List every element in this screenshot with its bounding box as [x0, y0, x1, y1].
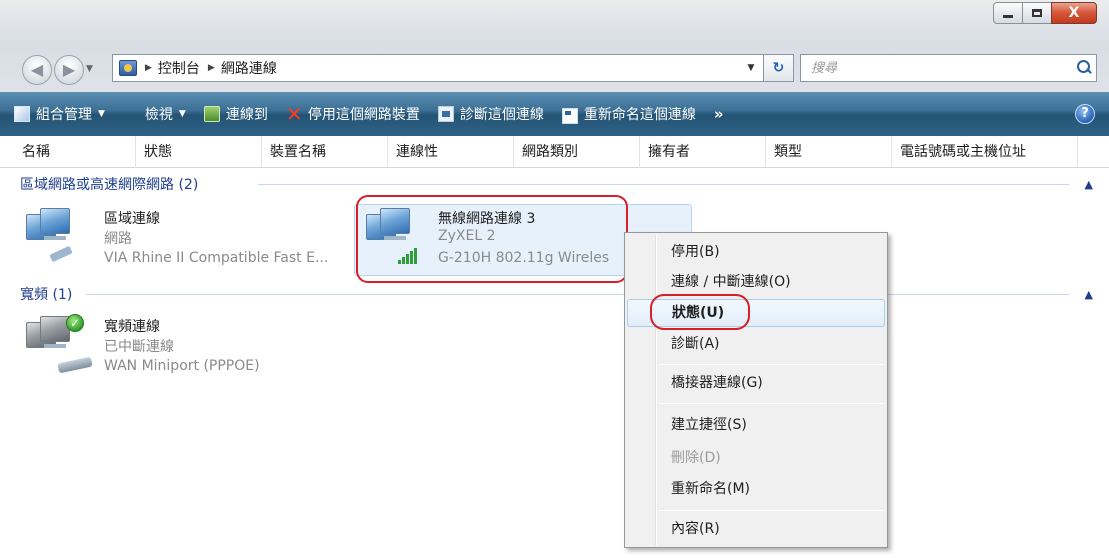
menu-item-bridge-connections[interactable]: 橋接器連線(G) [627, 369, 885, 397]
diagnose-icon [437, 106, 454, 122]
rename-button[interactable]: 重新命名這個連線 [561, 104, 696, 124]
disable-x-icon: ✕ [285, 102, 303, 126]
control-panel-icon [119, 60, 137, 76]
menu-separator [659, 403, 883, 404]
connect-to-label: 連線到 [225, 107, 268, 123]
diagnose-button[interactable]: 診斷這個連線 [437, 104, 544, 124]
wireless-adapter-icon [362, 206, 422, 266]
menu-item-properties[interactable]: 內容(R) [627, 515, 885, 543]
column-header-owner[interactable]: 擁有者 [640, 136, 766, 168]
column-headers: 名稱 狀態 裝置名稱 連線性 網路類別 擁有者 類型 電話號碼或主機位址 [0, 136, 1109, 168]
search-icon[interactable] [1070, 55, 1096, 81]
organize-label: 組合管理 [36, 107, 92, 123]
group-header-lan[interactable]: 區域網路或高速網際網路 (2) [20, 174, 198, 194]
address-dropdown-icon[interactable]: ▼ [739, 63, 763, 73]
group-divider [86, 294, 1069, 295]
collapse-group-icon[interactable]: ▲ [1085, 178, 1093, 191]
connection-status: 已中斷連線 [104, 339, 174, 355]
group-divider [258, 184, 1069, 185]
minimize-button[interactable] [993, 2, 1023, 24]
back-arrow-icon: ◀ [30, 60, 44, 79]
address-bar[interactable]: ▶ 控制台 ▶ 網路連線 ▼ [112, 54, 764, 82]
breadcrumb-separator-icon[interactable]: ▶ [208, 63, 215, 73]
menu-item-disable[interactable]: 停用(B) [627, 238, 885, 266]
organize-menu[interactable]: 組合管理 ▼ [14, 104, 105, 124]
check-icon: ✓ [66, 314, 84, 332]
modem-icon [57, 356, 93, 374]
column-header-network-category[interactable]: 網路類別 [514, 136, 640, 168]
collapse-group-icon[interactable]: ▲ [1085, 288, 1093, 301]
refresh-button[interactable]: ↻ [764, 54, 794, 82]
menu-item-create-shortcut[interactable]: 建立捷徑(S) [627, 411, 885, 439]
rename-icon [561, 107, 578, 124]
connection-name: 無線網路連線 3 [438, 211, 536, 227]
column-header-device-name[interactable]: 裝置名稱 [262, 136, 388, 168]
network-adapter-icon [22, 206, 82, 266]
menu-separator [659, 510, 883, 511]
column-header-connectivity[interactable]: 連線性 [388, 136, 514, 168]
title-bar: X [0, 0, 1109, 44]
minimize-icon [1003, 15, 1013, 18]
breadcrumb-separator-icon[interactable]: ▶ [145, 63, 152, 73]
context-menu: 停用(B) 連線 / 中斷連線(O) 狀態(U) 診斷(A) 橋接器連線(G) … [624, 232, 888, 548]
search-input[interactable] [801, 56, 1070, 80]
group-header-broadband[interactable]: 寬頻 (1) [20, 284, 72, 304]
disable-device-button[interactable]: ✕ 停用這個網路裝置 [286, 104, 420, 124]
command-bar: 組合管理 ▼ 檢視 ▼ 連線到 ✕ 停用這個網路裝置 診斷這個連線 重新命名這個… [0, 92, 1109, 136]
disable-device-label: 停用這個網路裝置 [307, 107, 420, 123]
connection-name: 寬頻連線 [104, 319, 160, 335]
signal-strength-icon [398, 248, 417, 264]
connect-icon [203, 106, 220, 122]
help-icon[interactable]: ? [1075, 104, 1095, 124]
views-menu[interactable]: 檢視 ▼ [123, 104, 186, 124]
menu-item-status[interactable]: 狀態(U) [627, 299, 885, 327]
views-icon [123, 106, 139, 122]
refresh-icon: ↻ [772, 60, 785, 76]
menu-item-diagnose[interactable]: 診斷(A) [627, 330, 885, 358]
back-button[interactable]: ◀ [22, 55, 52, 85]
forward-arrow-icon: ▶ [62, 60, 76, 79]
connection-device: G-210H 802.11g Wireles [438, 250, 610, 266]
breadcrumb-network-connections[interactable]: 網路連線 [221, 58, 277, 78]
search-box[interactable] [800, 54, 1097, 82]
organize-icon [14, 106, 30, 122]
connection-item-lan[interactable]: 區域連線 網路 VIA Rhine II Compatible Fast E..… [22, 206, 352, 276]
recent-pages-dropdown[interactable]: ▼ [86, 64, 93, 74]
dropdown-arrow-icon: ▼ [178, 109, 186, 119]
connection-item-broadband[interactable]: ✓ 寬頻連線 已中斷連線 WAN Miniport (PPPOE) [22, 314, 352, 384]
broadband-adapter-icon: ✓ [22, 314, 93, 374]
menu-item-delete[interactable]: 刪除(D) [627, 444, 885, 472]
connection-device: VIA Rhine II Compatible Fast E... [104, 250, 329, 266]
column-header-phone-or-host[interactable]: 電話號碼或主機位址 [892, 136, 1078, 168]
menu-separator [659, 364, 883, 365]
column-header-type[interactable]: 類型 [766, 136, 892, 168]
connection-status: 網路 [104, 231, 132, 247]
close-icon: X [1068, 5, 1080, 21]
connection-name: 區域連線 [104, 211, 160, 227]
menu-item-rename[interactable]: 重新命名(M) [627, 475, 885, 503]
maximize-icon [1032, 9, 1042, 17]
column-header-name[interactable]: 名稱 [14, 136, 136, 168]
column-header-status[interactable]: 狀態 [136, 136, 262, 168]
connection-status: ZyXEL 2 [438, 228, 496, 244]
forward-button[interactable]: ▶ [54, 55, 84, 85]
connections-list: 區域網路或高速網際網路 (2) ▲ 區域連線 網路 VIA Rhine II C… [0, 168, 1109, 558]
connect-to-button[interactable]: 連線到 [203, 104, 268, 124]
close-button[interactable]: X [1051, 2, 1097, 24]
dropdown-arrow-icon: ▼ [98, 109, 105, 119]
rename-label: 重新命名這個連線 [583, 107, 696, 123]
views-label: 檢視 [144, 107, 173, 123]
more-commands-button[interactable]: » [714, 105, 724, 123]
window-controls: X [993, 2, 1097, 24]
breadcrumb-control-panel[interactable]: 控制台 [158, 58, 200, 78]
navigation-bar: ◀ ▶ ▼ ▶ 控制台 ▶ 網路連線 ▼ ↻ [0, 44, 1109, 92]
menu-item-connect-disconnect[interactable]: 連線 / 中斷連線(O) [627, 268, 885, 296]
connection-device: WAN Miniport (PPPOE) [104, 358, 260, 374]
diagnose-label: 診斷這個連線 [459, 107, 544, 123]
maximize-button[interactable] [1022, 2, 1052, 24]
